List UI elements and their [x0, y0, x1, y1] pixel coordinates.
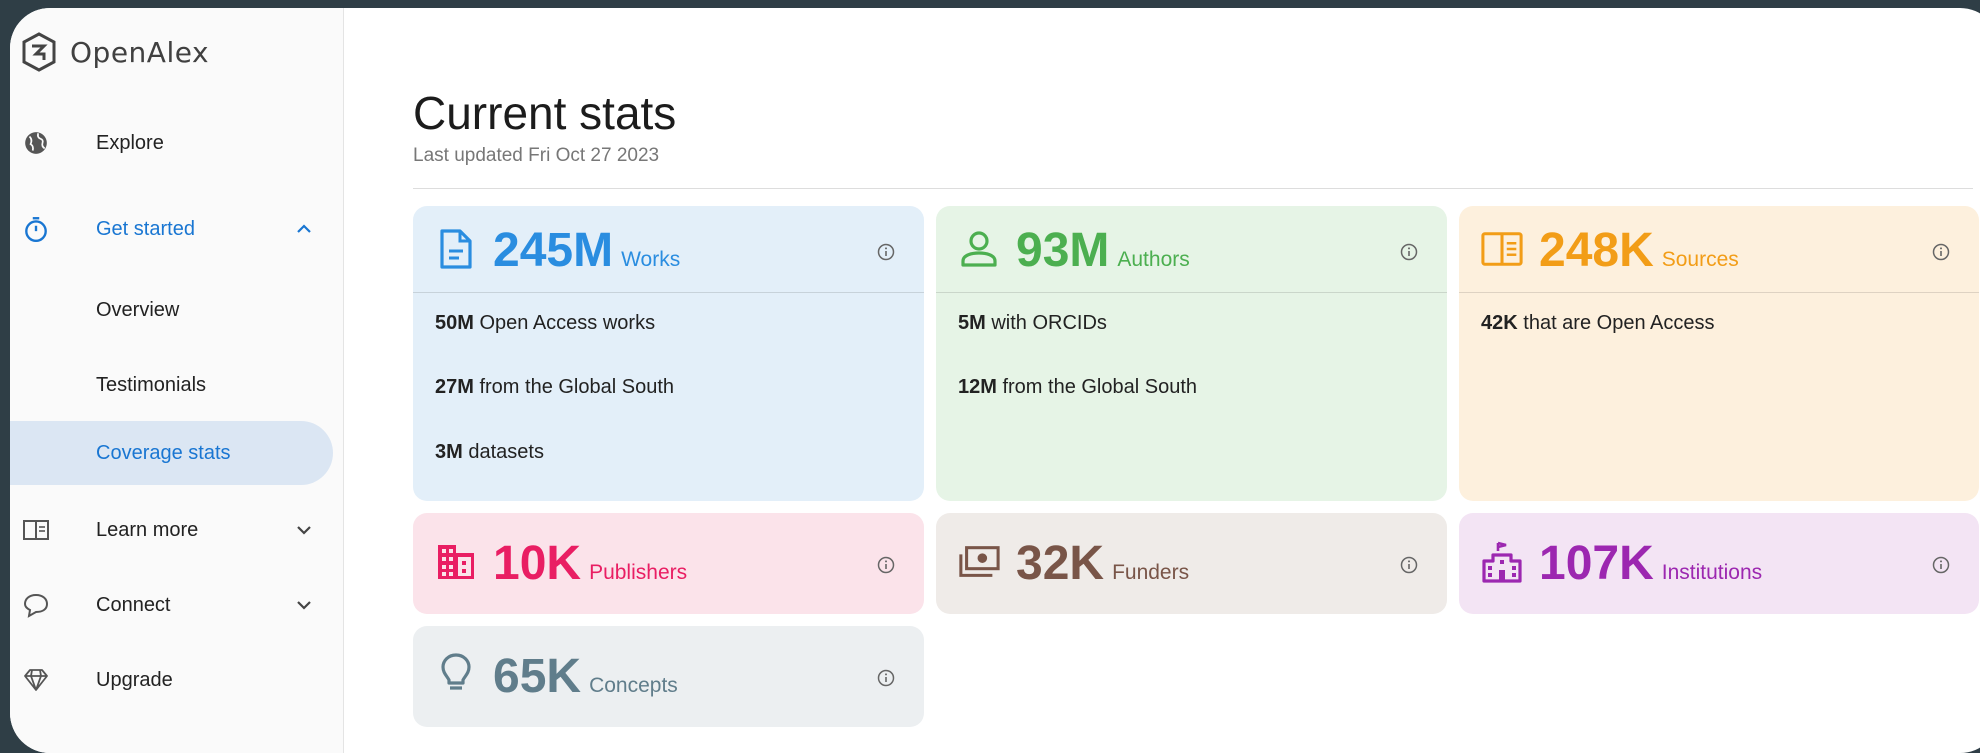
sidebar-item-explore[interactable]: Explore [10, 112, 332, 174]
sidebar-item-label: Overview [96, 298, 180, 321]
money-icon [958, 541, 1000, 583]
stat-row: 27M from the Global South [435, 376, 675, 398]
sidebar-item-label: Learn more [96, 518, 199, 541]
stat-count: 245M Works [493, 224, 681, 277]
info-icon[interactable] [1399, 555, 1419, 575]
sidebar-item-upgrade[interactable]: Upgrade [10, 649, 332, 711]
card-divider [936, 292, 1447, 293]
sidebar-item-connect[interactable]: Connect [10, 574, 332, 636]
card-header: 10K Publishers [413, 513, 924, 599]
sidebar-item-overview[interactable]: Overview [10, 279, 332, 341]
stat-label: Funders [1112, 561, 1190, 584]
stat-count: 107K Institutions [1539, 537, 1763, 590]
stat-row: 5M with ORCIDs [958, 312, 1107, 334]
stat-row: 3M datasets [435, 441, 544, 463]
stat-card-institutions[interactable]: 107K Institutions [1459, 513, 1979, 614]
info-icon[interactable] [876, 668, 896, 688]
info-icon[interactable] [876, 242, 896, 262]
main-content: Current stats Last updated Fri Oct 27 20… [344, 8, 1980, 753]
stat-label: Concepts [589, 674, 678, 697]
sidebar: OpenAlex Explore Get started Overview Te… [10, 8, 344, 753]
stat-label: Publishers [589, 561, 688, 584]
info-icon[interactable] [1931, 555, 1951, 575]
sidebar-item-coverage-stats[interactable]: Coverage stats [10, 421, 333, 485]
app-window: OpenAlex Explore Get started Overview Te… [10, 8, 1980, 753]
diamond-icon [22, 666, 50, 694]
document-icon [435, 228, 477, 270]
book-icon [1481, 228, 1523, 270]
card-header: 107K Institutions [1459, 513, 1979, 599]
stat-row: 50M Open Access works [435, 312, 656, 334]
chevron-down-icon [293, 519, 315, 541]
timer-icon [22, 215, 50, 243]
stat-label: Sources [1661, 248, 1739, 271]
card-header: 32K Funders [936, 513, 1447, 599]
sidebar-item-learn-more[interactable]: Learn more [10, 499, 332, 561]
stat-label: Authors [1117, 248, 1190, 271]
openalex-logo-icon [22, 32, 56, 72]
sidebar-item-get-started[interactable]: Get started [10, 198, 332, 260]
chat-bubble-icon [22, 591, 50, 619]
lightbulb-icon [435, 652, 477, 694]
institution-icon [1481, 541, 1523, 583]
book-open-icon [22, 516, 50, 544]
sidebar-item-label: Testimonials [96, 373, 207, 396]
info-icon[interactable] [1399, 242, 1419, 262]
stat-card-authors[interactable]: 93M Authors 5M with ORCIDs 12M from the G… [936, 206, 1447, 501]
stat-count: 248K Sources [1539, 224, 1739, 277]
brand[interactable]: OpenAlex [22, 30, 209, 74]
stat-card-concepts[interactable]: 65K Concepts [413, 626, 924, 727]
last-updated: Last updated Fri Oct 27 2023 [413, 145, 660, 166]
card-header: 245M Works [413, 206, 924, 292]
stat-card-works[interactable]: 245M Works 50M Open Access works 27M from… [413, 206, 924, 501]
stat-label: Institutions [1661, 561, 1763, 584]
sidebar-item-label: Get started [96, 217, 195, 240]
stat-count: 32K Funders [1016, 537, 1190, 590]
page-title: Current stats [413, 87, 677, 139]
card-divider [413, 292, 924, 293]
sidebar-item-label: Upgrade [96, 668, 173, 691]
stat-count: 10K Publishers [493, 537, 688, 590]
card-header: 65K Concepts [413, 626, 924, 712]
card-header: 93M Authors [936, 206, 1447, 292]
stat-card-funders[interactable]: 32K Funders [936, 513, 1447, 614]
person-icon [958, 228, 1000, 270]
chevron-down-icon [293, 594, 315, 616]
chevron-up-icon [293, 218, 315, 240]
sidebar-item-label: Connect [96, 593, 171, 616]
globe-icon [22, 129, 50, 157]
stat-count: 93M Authors [1016, 224, 1190, 277]
stat-label: Works [621, 248, 681, 271]
sidebar-item-label: Explore [96, 131, 164, 154]
stat-count: 65K Concepts [493, 650, 678, 703]
card-header: 248K Sources [1459, 206, 1979, 292]
stat-card-sources[interactable]: 248K Sources 42K that are Open Access [1459, 206, 1979, 501]
card-divider [1459, 292, 1979, 293]
stat-card-publishers[interactable]: 10K Publishers [413, 513, 924, 614]
info-icon[interactable] [1931, 242, 1951, 262]
sidebar-item-label: Coverage stats [96, 441, 231, 464]
building-icon [435, 541, 477, 583]
stat-row: 12M from the Global South [958, 376, 1198, 398]
sidebar-item-testimonials[interactable]: Testimonials [10, 354, 332, 416]
stat-row: 42K that are Open Access [1481, 312, 1715, 334]
divider [413, 188, 1973, 189]
app-name: OpenAlex [70, 35, 210, 69]
info-icon[interactable] [876, 555, 896, 575]
